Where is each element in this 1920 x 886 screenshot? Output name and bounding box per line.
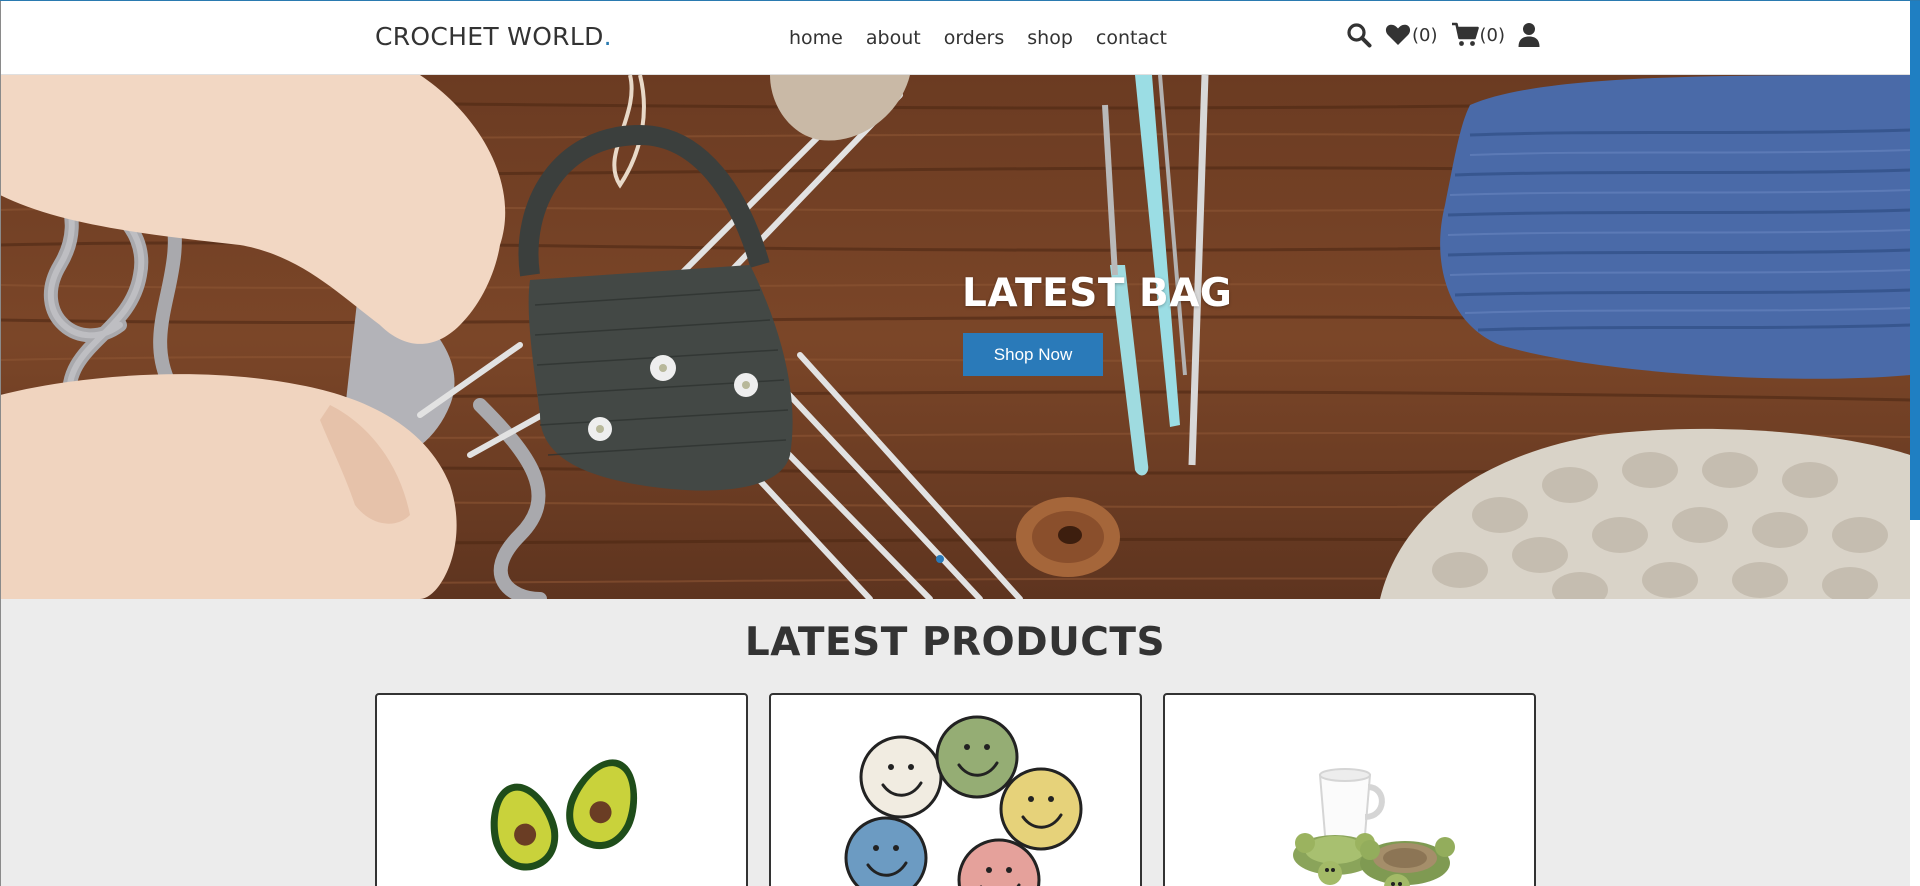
cart-icon (1451, 22, 1479, 46)
heart-icon (1385, 24, 1411, 45)
shop-now-button[interactable]: Shop Now (963, 333, 1103, 376)
user-icon (1518, 23, 1540, 47)
product-image-smiley-coasters (844, 715, 1083, 886)
nav-home-link[interactable]: home (789, 27, 843, 49)
product-card[interactable] (769, 693, 1142, 886)
hero-banner: LATEST BAG Shop Now (0, 75, 1910, 599)
wishlist-button[interactable]: (0) (1385, 23, 1438, 47)
section-title: LATEST PRODUCTS (744, 620, 1166, 665)
slider-dot-1[interactable] (936, 555, 944, 563)
hero-title: LATEST BAG (962, 271, 1233, 316)
product-card[interactable] (1163, 693, 1536, 886)
wishlist-count: (0) (1412, 24, 1438, 46)
hero-background-image (0, 75, 1910, 599)
cart-count: (0) (1479, 24, 1506, 46)
scrollbar-thumb[interactable] (1910, 0, 1920, 520)
product-image-turtle-coasters (1293, 768, 1455, 886)
header-icons: (0) (0) (1346, 22, 1553, 48)
cart-button[interactable]: (0) (1451, 22, 1506, 48)
nav-about-link[interactable]: about (866, 27, 921, 49)
slider-dots (936, 555, 944, 563)
product-image-avocado (490, 759, 638, 871)
window-left-border (0, 0, 1, 886)
window-top-border (0, 0, 1920, 1)
logo-text: CROCHET WORLD (375, 22, 604, 51)
nav-orders-link[interactable]: orders (944, 27, 1005, 49)
product-list (375, 693, 1536, 886)
account-button[interactable] (1518, 22, 1540, 48)
site-logo[interactable]: CROCHET WORLD. (375, 22, 612, 51)
search-icon (1347, 23, 1372, 48)
search-button[interactable] (1346, 22, 1372, 48)
nav-shop-link[interactable]: shop (1027, 27, 1073, 49)
logo-dot: . (603, 22, 612, 51)
site-header: CROCHET WORLD. home about orders shop co… (0, 0, 1910, 75)
product-card[interactable] (375, 693, 748, 886)
nav-contact-link[interactable]: contact (1096, 27, 1167, 49)
main-nav: home about orders shop contact (789, 27, 1167, 49)
